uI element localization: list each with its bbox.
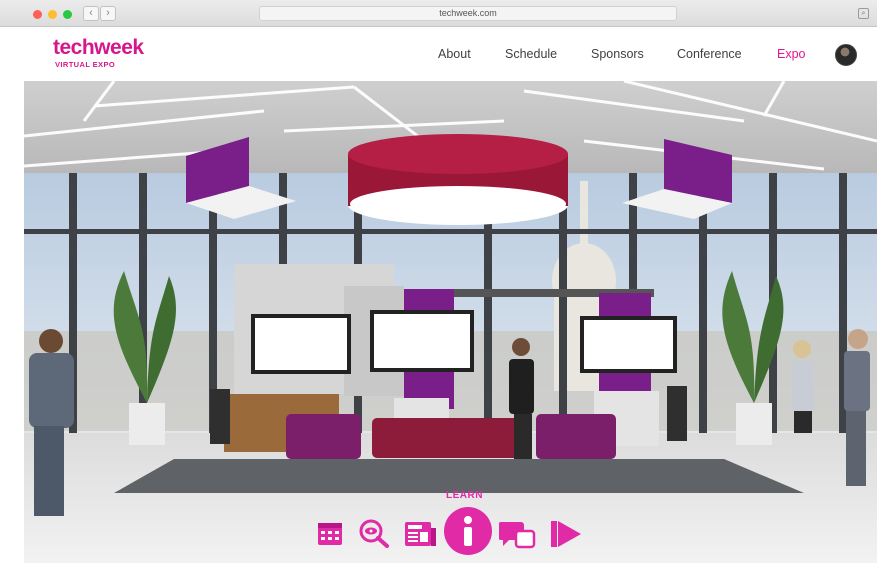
nav-about[interactable]: About <box>438 47 471 61</box>
nav-conference[interactable]: Conference <box>677 47 742 61</box>
close-window-button[interactable] <box>33 10 42 19</box>
browser-toolbar: ‹ › techweek.com ⌕ <box>0 0 877 27</box>
lounge-furniture <box>286 414 616 459</box>
rug <box>114 459 804 493</box>
news-icon[interactable] <box>403 519 437 549</box>
back-button[interactable]: ‹ <box>83 6 99 21</box>
search-eye-icon[interactable] <box>358 518 390 548</box>
info-icon[interactable] <box>443 505 493 557</box>
techweek-logo[interactable]: techweek <box>53 36 144 60</box>
nav-sponsors[interactable]: Sponsors <box>591 47 644 61</box>
calendar-icon[interactable] <box>316 518 344 548</box>
minimize-window-button[interactable] <box>48 10 57 19</box>
share-icon[interactable]: ⌕ <box>858 8 869 19</box>
address-bar[interactable]: techweek.com <box>259 6 677 21</box>
nav-expo[interactable]: Expo <box>777 47 806 61</box>
user-avatar[interactable] <box>835 44 857 66</box>
play-icon[interactable] <box>549 519 583 549</box>
forward-button[interactable]: › <box>100 6 116 21</box>
booth-screens <box>251 310 677 374</box>
learn-label: LEARN <box>446 490 483 501</box>
chat-icon[interactable] <box>499 519 537 551</box>
logo-subtitle: VIRTUAL EXPO <box>55 60 116 69</box>
maximize-window-button[interactable] <box>63 10 72 19</box>
nav-schedule[interactable]: Schedule <box>505 47 557 61</box>
overhead-banner <box>348 134 568 225</box>
site-header: techweek VIRTUAL EXPO About Schedule Spo… <box>24 27 877 81</box>
